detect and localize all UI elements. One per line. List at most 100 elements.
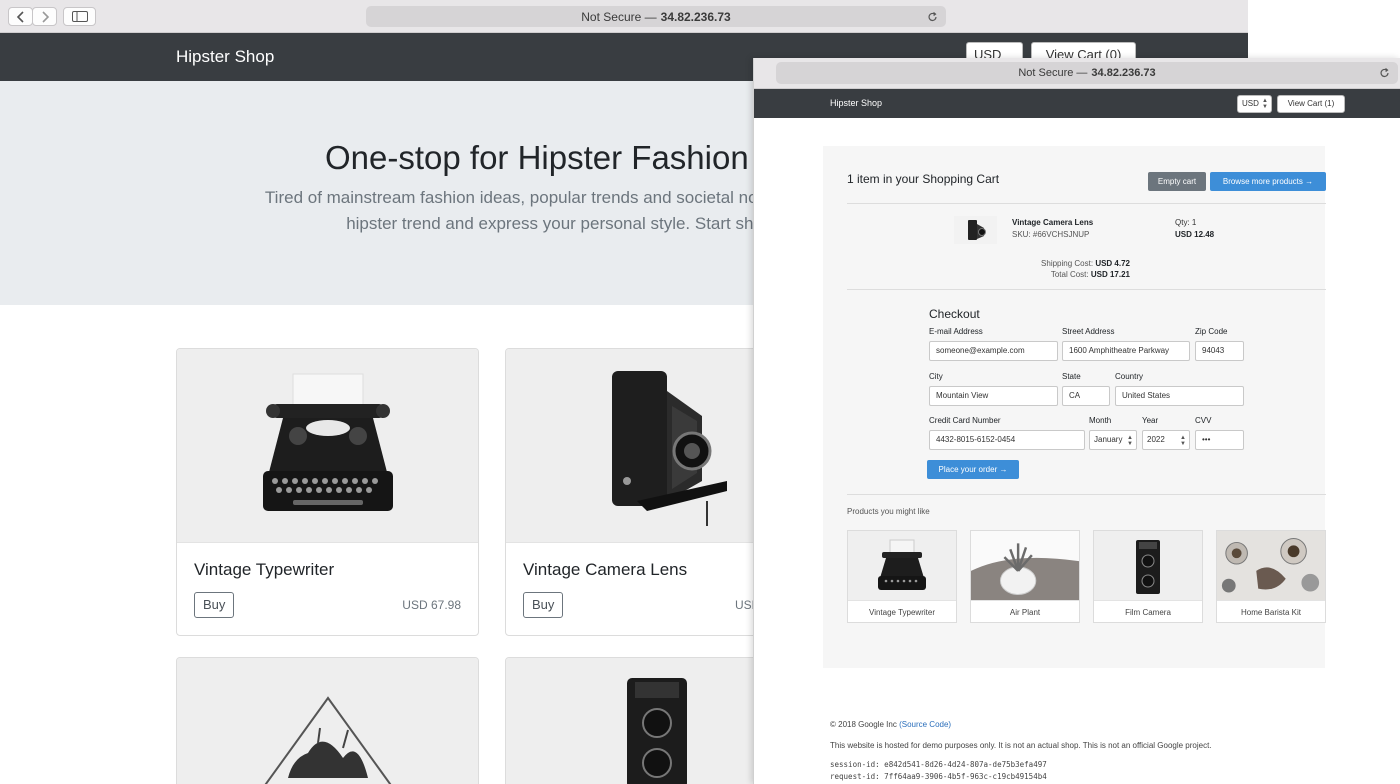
product-name[interactable]: Vintage Typewriter [194,560,334,580]
select-arrows-icon: ▲ ▼ [1262,98,1268,110]
currency-select[interactable]: USD ▲ ▼ [1237,95,1272,113]
url-host: 34.82.236.73 [1091,67,1156,79]
place-order-button[interactable]: Place your order → [927,460,1019,479]
film-camera-icon [1136,539,1160,594]
address-bar[interactable]: Not Secure — 34.82.236.73 [366,6,946,27]
typewriter-icon [262,373,393,511]
recommendation-name[interactable]: Home Barista Kit [1217,608,1325,617]
shipping-value: USD 4.72 [1095,259,1130,268]
recommendation-image [1094,531,1202,601]
divider [847,203,1326,204]
currency-value: USD [1242,99,1259,108]
back-button[interactable] [8,7,33,26]
divider [847,289,1326,290]
forward-button[interactable] [32,7,57,26]
footer-disclaimer: This website is hosted for demo purposes… [830,741,1212,750]
cvv-label: CVV [1195,416,1212,425]
buy-button[interactable]: Buy [194,592,235,618]
product-card[interactable] [176,657,479,784]
product-image[interactable] [177,349,478,543]
cart-title: 1 item in your Shopping Cart [847,172,1000,186]
year-select[interactable]: 2022 ▲ ▼ [1142,430,1190,450]
street-field[interactable]: 1600 Amphitheatre Parkway [1062,341,1190,361]
cart-item-price: USD 12.48 [1175,230,1215,239]
cart-item-name: Vintage Camera Lens [1012,218,1094,227]
select-arrows-icon: ▲ ▼ [1180,435,1186,447]
url-host: 34.82.236.73 [660,9,731,24]
session-id: session-id: e842d541-8d26-4d24-807a-de75… [830,760,1047,769]
cart-panel: 1 item in your Shopping Cart Empty cart … [823,146,1326,668]
hero-line-2: hipster trend and express your personal … [346,214,782,233]
browser-toolbar: Not Secure — 34.82.236.73 [0,0,1248,33]
request-id: request-id: 7ff64aa9-3906-4b5f-963c-c19c… [830,772,1047,781]
country-label: Country [1115,372,1144,381]
product-name[interactable]: Vintage Camera Lens [523,560,687,580]
barista-kit-icon [1221,537,1320,593]
city-field[interactable]: Mountain View [929,386,1058,406]
total-cost: Total Cost: USD 17.21 [1051,270,1130,279]
credit-card-field[interactable]: 4432-8015-6152-0454 [929,430,1085,450]
recommendation-card[interactable]: Home Barista Kit [1216,530,1326,623]
buy-button[interactable]: Buy [523,592,564,618]
zip-label: Zip Code [1195,327,1228,336]
cart-item-qty: Qty: 1 [1175,218,1197,227]
state-field[interactable]: CA [1062,386,1110,406]
air-plant-icon [971,542,1079,600]
recommendations-title: Products you might like [847,507,930,516]
shop-navbar: Hipster Shop USD ▲ ▼ View Cart (1) [754,89,1400,118]
view-cart-button[interactable]: View Cart (1) [1277,95,1345,113]
recommendation-image [971,531,1079,601]
source-code-link[interactable]: (Source Code) [899,720,951,729]
recommendation-card[interactable]: Vintage Typewriter [847,530,957,623]
cart-item-sku: SKU: #66VCHSJNUP [1012,230,1090,239]
hero-title: One-stop for Hipster Fashion [325,139,749,176]
address-bar[interactable]: Not Secure — 34.82.236.73 [776,62,1398,84]
checkout-title: Checkout [929,307,980,321]
sidebar-icon [71,11,88,22]
twin-lens-camera-icon [626,677,687,784]
email-field[interactable]: someone@example.com [929,341,1058,361]
year-label: Year [1142,416,1159,425]
product-image[interactable] [177,658,478,784]
cvv-field[interactable]: ••• [1195,430,1244,450]
reload-icon[interactable] [927,11,938,22]
recommendation-name[interactable]: Air Plant [971,608,1079,617]
terrarium-icon [263,695,392,784]
cart-item-image [954,216,997,244]
folding-camera-icon [611,370,727,526]
country-field[interactable]: United States [1115,386,1244,406]
zip-field[interactable]: 94043 [1195,341,1244,361]
total-value: USD 17.21 [1090,270,1130,279]
chevron-right-icon [41,10,49,23]
typewriter-thumb-icon [878,539,926,590]
street-label: Street Address [1062,327,1115,336]
view-cart-label: View Cart (1) [1287,99,1335,108]
product-price: USD 67.98 [402,598,461,612]
sidebar-toggle-button[interactable] [63,7,96,26]
month-value: January [1094,435,1123,444]
browser-window-front: Not Secure — 34.82.236.73 Hipster Shop U… [753,58,1400,784]
recommendation-card[interactable]: Film Camera [1093,530,1203,623]
recommendation-image [1217,531,1325,601]
state-label: State [1062,372,1081,381]
email-label: E-mail Address [929,327,983,336]
empty-cart-button[interactable]: Empty cart [1148,172,1206,191]
reload-icon[interactable] [1379,68,1390,79]
total-label: Total Cost: [1050,270,1089,279]
url-prefix: Not Secure — [1018,67,1088,79]
select-arrows-icon: ▲ ▼ [1127,435,1133,447]
recommendation-image [848,531,956,601]
brand-logo[interactable]: Hipster Shop [176,47,274,67]
recommendation-name[interactable]: Vintage Typewriter [848,608,956,617]
recommendation-name[interactable]: Film Camera [1094,608,1202,617]
shipping-label: Shipping Cost: [1041,259,1094,268]
camera-thumb-icon [967,220,986,240]
shipping-cost: Shipping Cost: USD 4.72 [1041,259,1130,268]
chevron-left-icon [16,10,24,23]
recommendation-card[interactable]: Air Plant [970,530,1080,623]
month-select[interactable]: January ▲ ▼ [1089,430,1137,450]
browse-products-button[interactable]: Browse more products → [1210,172,1326,191]
product-card[interactable]: Vintage Typewriter Buy USD 67.98 [176,348,479,636]
month-label: Month [1089,416,1112,425]
brand-logo[interactable]: Hipster Shop [830,98,882,108]
